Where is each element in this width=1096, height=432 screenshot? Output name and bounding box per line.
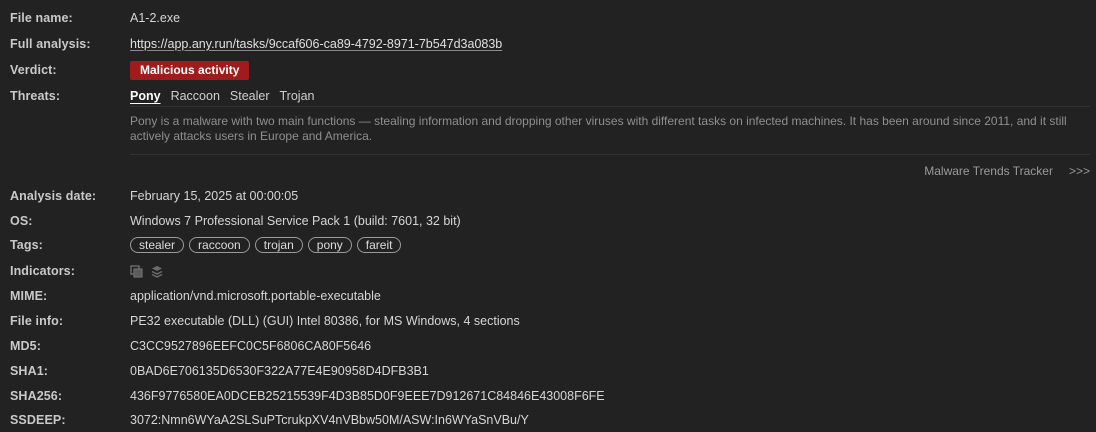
copy-icon[interactable] — [130, 264, 144, 278]
analysis-date-label: Analysis date: — [10, 189, 97, 203]
tag-raccoon[interactable]: raccoon — [189, 237, 250, 253]
tag-trojan[interactable]: trojan — [254, 237, 303, 253]
verdict-label: Verdict: — [10, 63, 57, 77]
indicator-icons — [130, 264, 164, 278]
full-analysis-label: Full analysis: — [10, 37, 91, 51]
analysis-date-row: Analysis date: February 15, 2025 at 00:0… — [10, 186, 1090, 206]
threats-row: Threats: Pony Raccoon Stealer Trojan — [10, 86, 1090, 106]
ssdeep-label: SSDEEP: — [10, 413, 66, 427]
file-info-row: File info: PE32 executable (DLL) (GUI) I… — [10, 311, 1090, 331]
analysis-date-value: February 15, 2025 at 00:00:05 — [130, 189, 299, 203]
indicators-row: Indicators: — [10, 261, 1090, 281]
threat-description: Pony is a malware with two main function… — [130, 114, 1067, 143]
sha1-value: 0BAD6E706135D6530F322A77E4E90958D4DFB3B1 — [130, 364, 429, 378]
tags-row: Tags: stealer raccoon trojan pony fareit — [10, 235, 1090, 255]
tracker-arrows: >>> — [1068, 164, 1090, 178]
os-label: OS: — [10, 214, 33, 228]
verdict-row: Verdict: Malicious activity — [10, 60, 1090, 80]
threat-tabs: Pony Raccoon Stealer Trojan — [130, 89, 314, 103]
file-name-row: File name: A1-2.exe — [10, 8, 1090, 28]
os-value: Windows 7 Professional Service Pack 1 (b… — [130, 214, 461, 228]
ssdeep-row: SSDEEP: 3072:Nmn6WYaA2SLSuPTcrukpXV4nVBb… — [10, 410, 1090, 430]
malware-trends-tracker-link[interactable]: Malware Trends Tracker >>> — [924, 164, 1090, 178]
sha1-label: SHA1: — [10, 364, 49, 378]
full-analysis-link[interactable]: https://app.any.run/tasks/9ccaf606-ca89-… — [130, 37, 502, 51]
ssdeep-value: 3072:Nmn6WYaA2SLSuPTcrukpXV4nVBbw50M/ASW… — [130, 413, 529, 427]
os-row: OS: Windows 7 Professional Service Pack … — [10, 211, 1090, 231]
sha1-row: SHA1: 0BAD6E706135D6530F322A77E4E90958D4… — [10, 361, 1090, 381]
description-divider — [130, 154, 1090, 155]
mime-row: MIME: application/vnd.microsoft.portable… — [10, 286, 1090, 306]
md5-row: MD5: C3CC9527896EEFC0C5F6806CA80F5646 — [10, 336, 1090, 356]
file-name-label: File name: — [10, 11, 73, 25]
threat-tab-pony[interactable]: Pony — [130, 89, 161, 103]
mime-value: application/vnd.microsoft.portable-execu… — [130, 289, 381, 303]
tracker-label: Malware Trends Tracker — [924, 164, 1053, 178]
tag-stealer[interactable]: stealer — [130, 237, 185, 253]
tag-pony[interactable]: pony — [307, 237, 352, 253]
sha256-row: SHA256: 436F9776580EA0DCEB25215539F4D3B8… — [10, 386, 1090, 406]
threat-tab-raccoon[interactable]: Raccoon — [171, 89, 220, 103]
analysis-info-panel: File name: A1-2.exe Full analysis: https… — [0, 0, 1096, 432]
tag-list: stealer raccoon trojan pony fareit — [130, 237, 402, 253]
threat-tab-trojan[interactable]: Trojan — [280, 89, 315, 103]
tags-label: Tags: — [10, 238, 43, 252]
md5-value: C3CC9527896EEFC0C5F6806CA80F5646 — [130, 339, 372, 353]
file-name-value: A1-2.exe — [130, 11, 181, 25]
sha256-label: SHA256: — [10, 389, 63, 403]
md5-label: MD5: — [10, 339, 41, 353]
threats-divider — [130, 106, 1090, 107]
stacked-layers-icon[interactable] — [150, 265, 164, 278]
indicators-label: Indicators: — [10, 264, 75, 278]
full-analysis-row: Full analysis: https://app.any.run/tasks… — [10, 34, 1090, 54]
file-info-value: PE32 executable (DLL) (GUI) Intel 80386,… — [130, 314, 520, 328]
threats-label: Threats: — [10, 89, 61, 103]
file-info-label: File info: — [10, 314, 64, 328]
sha256-value: 436F9776580EA0DCEB25215539F4D3B85D0F9EEE… — [130, 389, 605, 403]
mime-label: MIME: — [10, 289, 48, 303]
tag-fareit[interactable]: fareit — [356, 237, 402, 253]
verdict-badge: Malicious activity — [130, 60, 250, 80]
threat-tab-stealer[interactable]: Stealer — [230, 89, 270, 103]
